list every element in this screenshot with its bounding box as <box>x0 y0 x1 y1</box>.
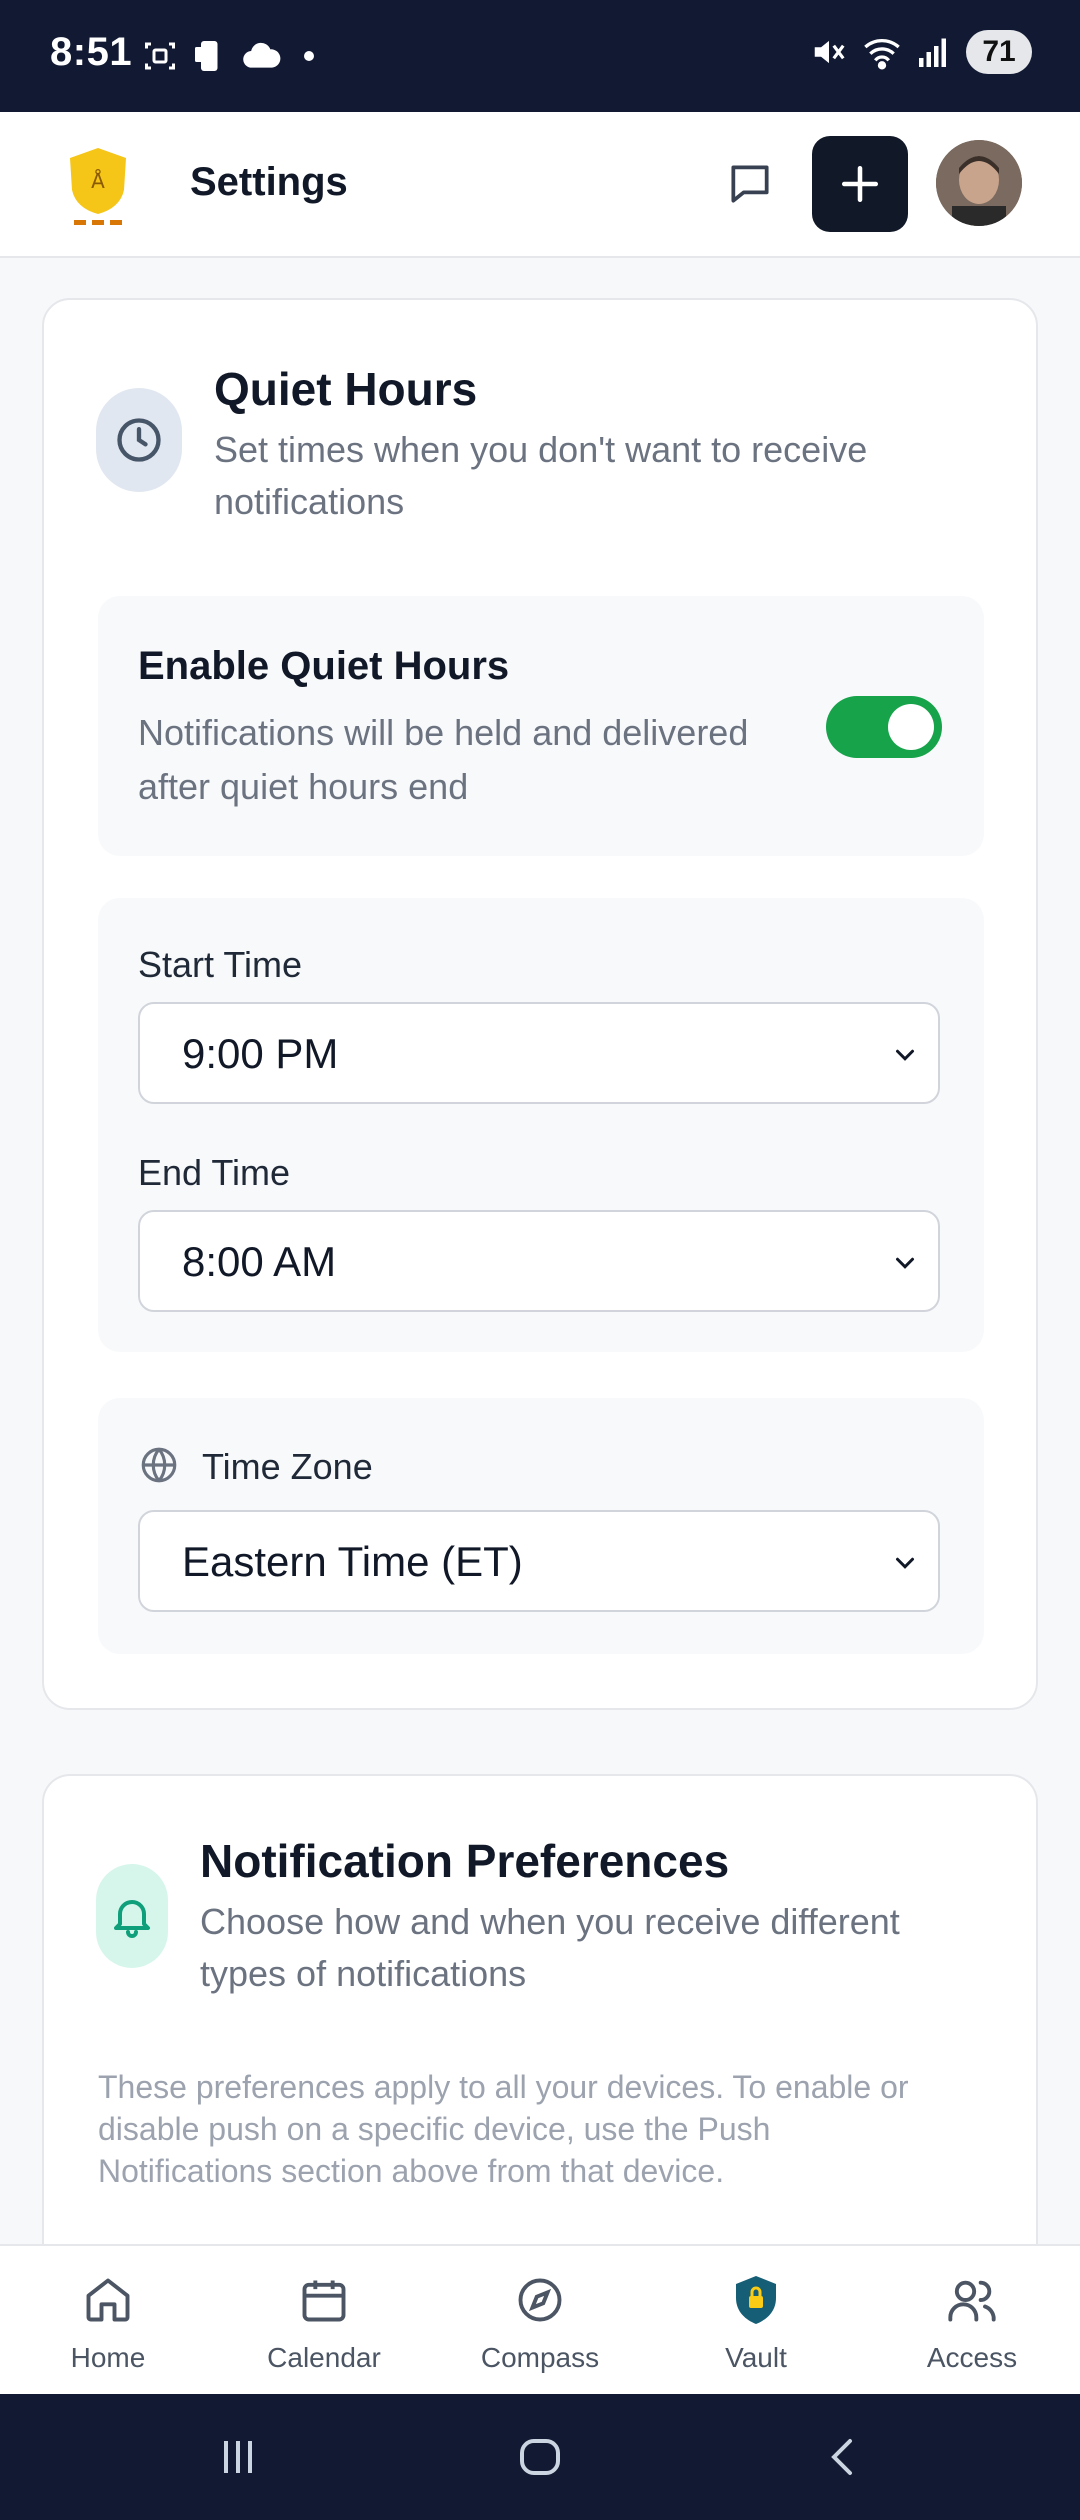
phone-icon <box>195 41 218 71</box>
status-time: 8:51 <box>50 30 133 74</box>
chevron-down-icon <box>896 1049 914 1061</box>
start-time-select[interactable]: 9:00 PM <box>138 1002 940 1104</box>
users-icon <box>948 2280 996 2322</box>
system-navigation-bar <box>0 2394 1080 2520</box>
status-left-icons <box>142 38 314 74</box>
page-title: Settings <box>190 160 348 204</box>
time-zone-value: Eastern Time (ET) <box>182 1538 523 1585</box>
nav-label-vault: Vault <box>725 2342 787 2373</box>
add-button[interactable] <box>812 136 908 232</box>
screenshot-icon <box>145 42 175 70</box>
app-header: Å Settings <box>0 112 1080 258</box>
bottom-navigation: Home Calendar Compass Vault Access <box>0 2244 1080 2394</box>
start-time-value: 9:00 PM <box>182 1030 339 1077</box>
cloud-icon <box>243 42 281 68</box>
signal-icon <box>919 38 946 67</box>
wifi-icon <box>864 39 900 70</box>
quiet-hours-card: Quiet Hours Set times when you don't wan… <box>42 298 1038 1710</box>
status-right-icons: 71 <box>810 30 1032 74</box>
avatar-photo <box>936 140 1022 226</box>
clock-icon-badge <box>96 388 182 492</box>
enable-quiet-hours-label: Enable Quiet Hours <box>138 644 510 688</box>
quiet-hours-subtitle-2: notifications <box>214 481 405 522</box>
time-zone-panel: Time Zone Eastern Time (ET) <box>98 1398 984 1654</box>
nav-label-home: Home <box>70 2342 146 2373</box>
quiet-hours-subtitle-1: Set times when you don't want to receive <box>214 429 868 470</box>
vault-shield-icon <box>736 2276 776 2324</box>
chevron-down-icon <box>896 1557 914 1569</box>
preferences-note-3: Notifications section above from that de… <box>98 2153 725 2189</box>
nav-label-calendar: Calendar <box>267 2342 381 2373</box>
app-logo-icon: Å <box>70 148 126 225</box>
nav-item-home[interactable]: Home <box>0 2246 216 2394</box>
start-time-label: Start Time <box>138 944 303 985</box>
notification-preferences-title: Notification Preferences <box>200 1835 730 1887</box>
nav-item-vault[interactable]: Vault <box>648 2246 864 2394</box>
time-zone-select[interactable]: Eastern Time (ET) <box>138 1510 940 1612</box>
enable-quiet-hours-toggle[interactable] <box>826 696 942 758</box>
bell-icon-badge <box>96 1864 168 1968</box>
home-nav-icon[interactable] <box>516 2430 564 2484</box>
calendar-icon <box>302 2280 346 2322</box>
chat-icon <box>731 165 769 203</box>
svg-text:Å: Å <box>91 169 105 193</box>
compass-icon <box>518 2278 562 2322</box>
enable-quiet-hours-desc-1: Notifications will be held and delivered <box>138 712 749 753</box>
quiet-hours-title: Quiet Hours <box>214 363 478 415</box>
enable-quiet-hours-panel: Enable Quiet Hours Notifications will be… <box>98 596 984 856</box>
end-time-select[interactable]: 8:00 AM <box>138 1210 940 1312</box>
nav-item-access[interactable]: Access <box>864 2246 1080 2394</box>
time-zone-label: Time Zone <box>202 1446 373 1487</box>
preferences-note-2: disable push on a specific device, use t… <box>98 2111 771 2147</box>
messages-button[interactable] <box>720 154 780 214</box>
nav-label-access: Access <box>926 2342 1018 2373</box>
recent-apps-icon[interactable] <box>214 2430 262 2484</box>
home-icon <box>86 2278 130 2322</box>
time-range-panel: Start Time 9:00 PM End Time 8:00 AM <box>98 898 984 1352</box>
nav-item-compass[interactable]: Compass <box>432 2246 648 2394</box>
back-icon[interactable] <box>820 2430 868 2484</box>
enable-quiet-hours-desc-2: after quiet hours end <box>138 766 469 807</box>
end-time-value: 8:00 AM <box>182 1238 337 1285</box>
toggle-knob <box>888 704 934 750</box>
mute-icon <box>814 40 845 64</box>
preferences-note: These preferences apply to all your devi… <box>98 2066 998 2192</box>
bell-icon <box>114 1900 150 1938</box>
notification-preferences-subtitle-2: types of notifications <box>200 1953 527 1994</box>
clock-icon <box>117 418 161 462</box>
chevron-down-icon <box>896 1257 914 1269</box>
dot-icon <box>304 51 314 61</box>
end-time-label: End Time <box>138 1152 291 1193</box>
battery-indicator: 71 <box>966 30 1032 74</box>
nav-item-calendar[interactable]: Calendar <box>216 2246 432 2394</box>
nav-label-compass: Compass <box>480 2342 600 2373</box>
status-bar: 8:51 71 <box>0 0 1080 112</box>
plus-icon <box>841 165 879 203</box>
notification-preferences-subtitle-1: Choose how and when you receive differen… <box>200 1901 900 1942</box>
preferences-note-1: These preferences apply to all your devi… <box>98 2069 909 2105</box>
globe-icon <box>141 1447 177 1483</box>
avatar[interactable] <box>936 140 1022 226</box>
